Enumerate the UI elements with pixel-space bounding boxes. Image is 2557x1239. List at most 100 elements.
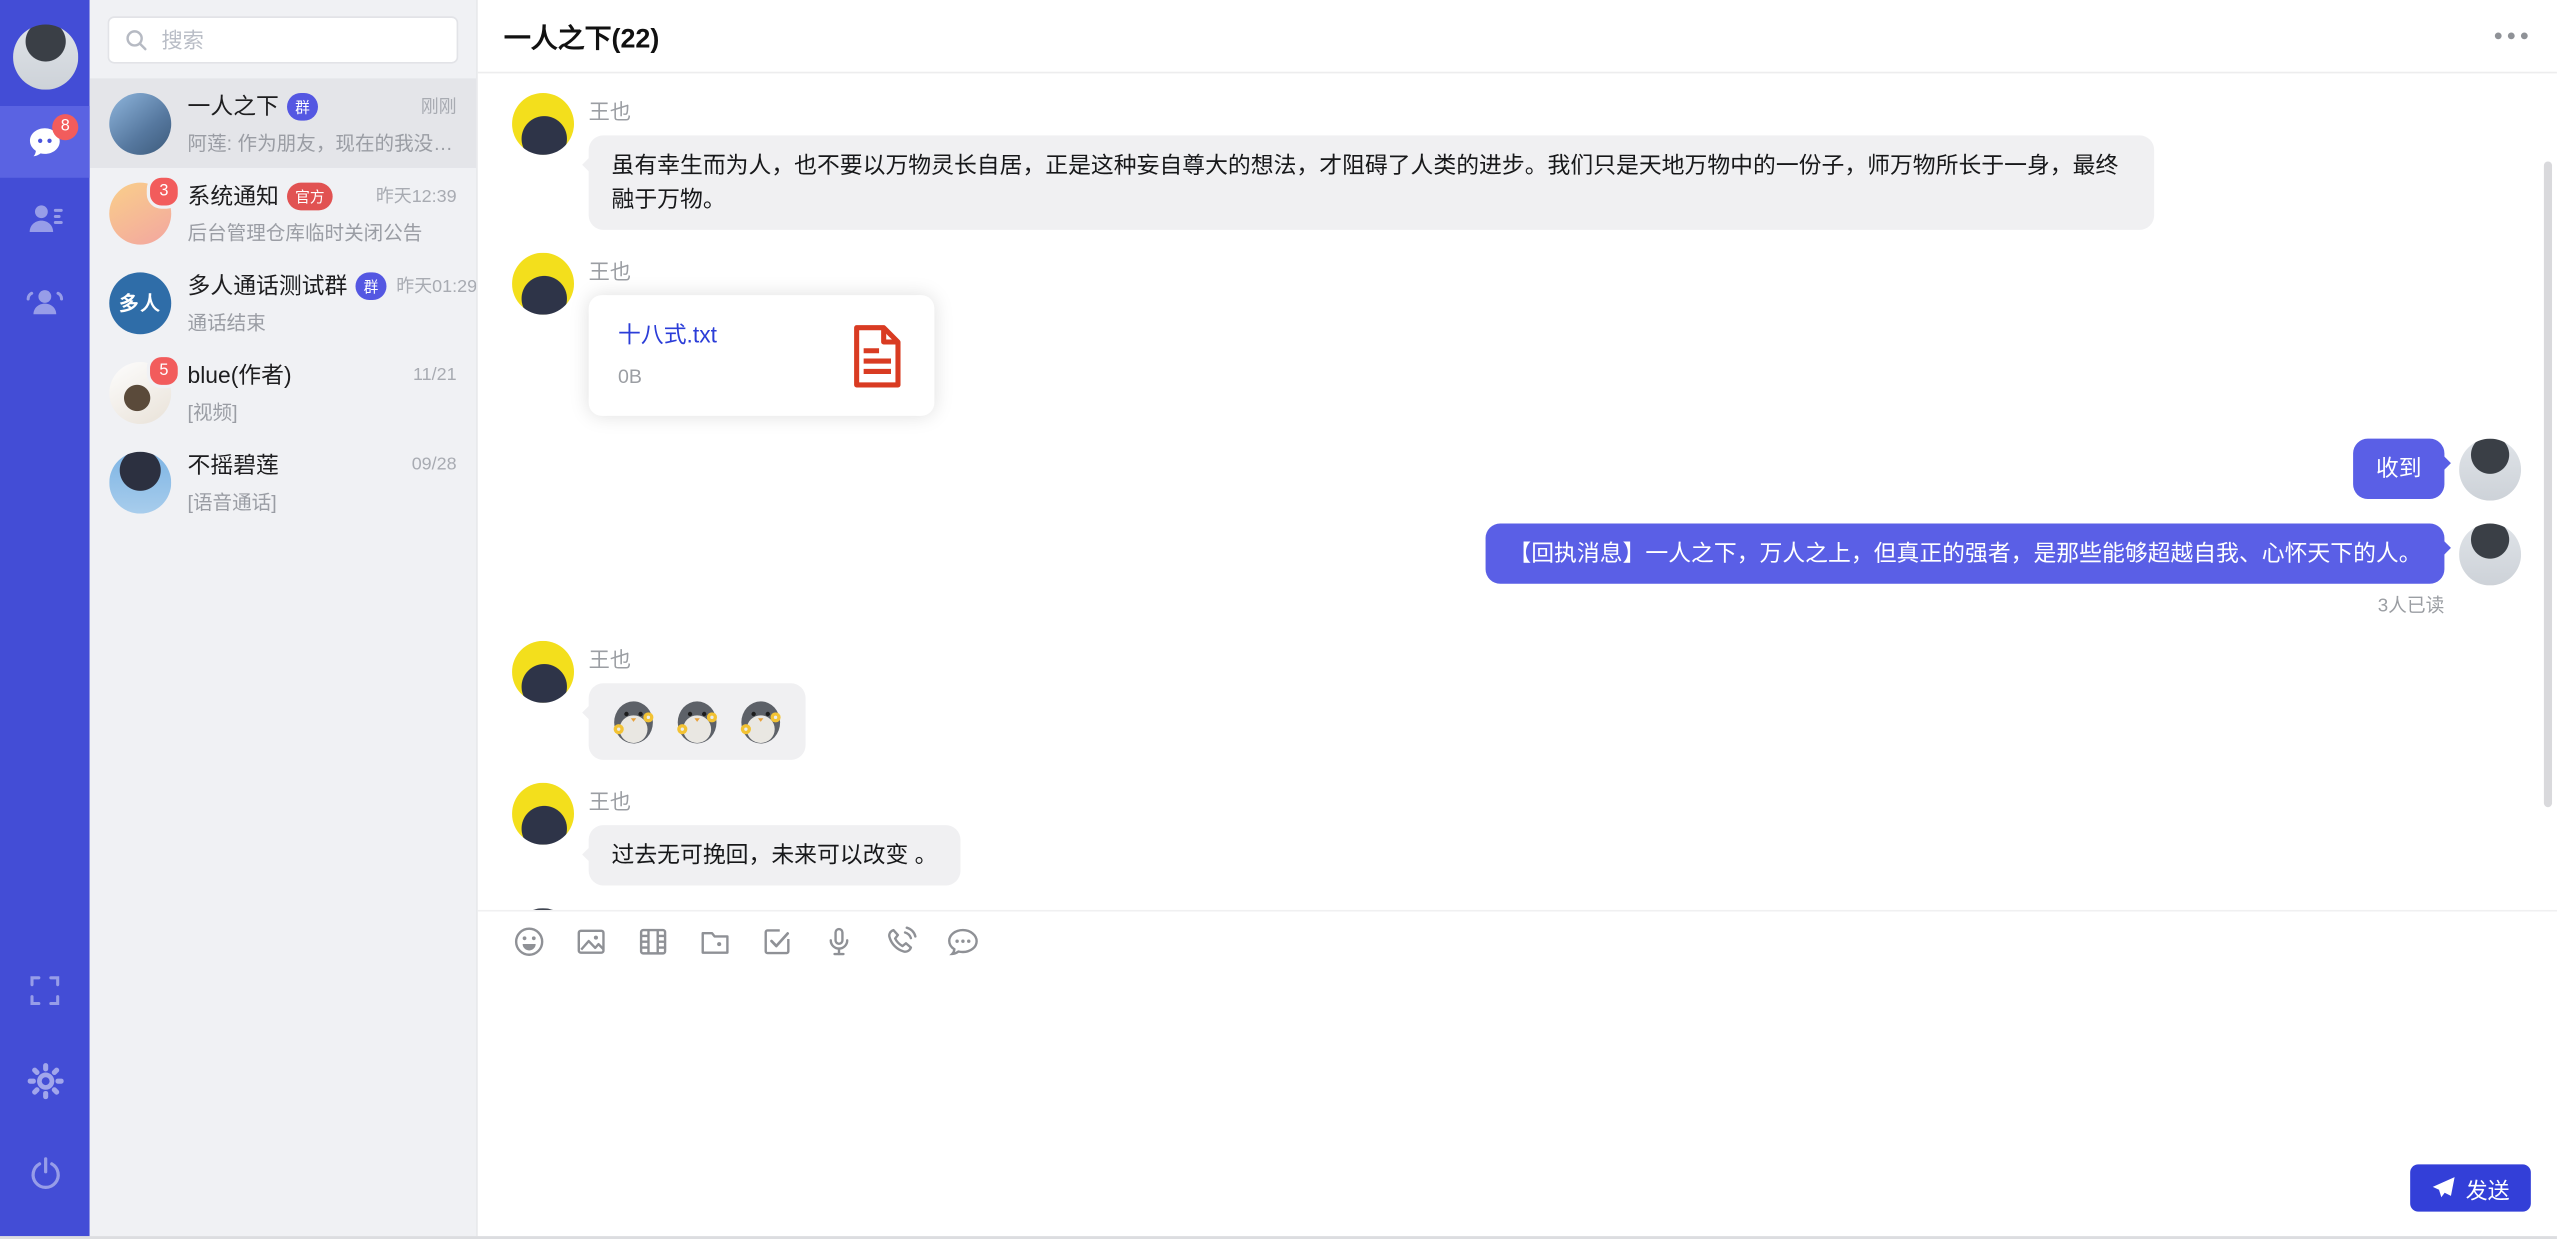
penguin-sticker	[735, 696, 786, 747]
chat-area: 一人之下(22) 王也 虽有幸生而为人，也不要以万物灵长自居，正是这种妄自尊大的…	[478, 0, 2557, 1236]
conversation-avatar	[109, 451, 171, 513]
conversation-info: blue(作者) 11/21 [视频]	[188, 359, 457, 426]
conversation-info: 多人通话测试群 群 昨天01:29 通话结束	[188, 269, 457, 336]
conversation-item[interactable]: 3 系统通知 官方 昨天12:39 后台管理仓库临时关闭公告	[90, 168, 476, 258]
gear-icon	[25, 1062, 64, 1101]
user-avatar[interactable]	[12, 24, 77, 89]
nav-sidebar: 8	[0, 0, 90, 1236]
read-status[interactable]: 3人已读	[2378, 592, 2445, 618]
message-sender-avatar[interactable]	[512, 641, 574, 703]
more-button[interactable]	[944, 924, 980, 960]
contacts-icon	[25, 199, 64, 238]
nav-item-contacts[interactable]	[0, 178, 90, 260]
message-sender-name: 王也	[589, 642, 806, 673]
message-body: 收到	[2353, 439, 2444, 499]
fullscreen-button[interactable]	[0, 949, 90, 1031]
message-body: 王也	[589, 641, 806, 760]
image-icon	[573, 925, 607, 959]
send-button[interactable]: 发送	[2410, 1164, 2531, 1211]
unread-count-badge: 5	[147, 353, 181, 387]
message-sender-avatar[interactable]	[512, 783, 574, 845]
file-name-link[interactable]: 十八式.txt	[618, 317, 717, 351]
conversation-time: 昨天01:29	[387, 272, 477, 298]
conversation-preview: 后台管理仓库临时关闭公告	[188, 219, 457, 247]
message-bubble: 虽有幸生而为人，也不要以万物灵长自居，正是这种妄自尊大的想法，才阻碍了人类的进步…	[589, 135, 2154, 230]
message-body: 张楚岚 作为朋友，现在的我没法保证救你逃出生天，我能保证的只有...如果你真的会…	[589, 908, 1887, 910]
conversation-panel: 一人之下 群 刚刚 阿莲: 作为朋友，现在的我没法... 3 系统通知 官方 昨…	[90, 0, 478, 1236]
conversation-type-badge: 群	[287, 92, 318, 120]
message-bubble: 收到	[2353, 439, 2444, 499]
message-bubble: 十八式.txt 0B	[589, 295, 935, 416]
conversation-item[interactable]: 不摇碧莲 09/28 [语音通话]	[90, 437, 476, 527]
message-list: 王也 虽有幸生而为人，也不要以万物灵长自居，正是这种妄自尊大的想法，才阻碍了人类…	[478, 73, 2557, 910]
conversation-item[interactable]: 多人 多人通话测试群 群 昨天01:29 通话结束	[90, 258, 476, 348]
conversation-time: 昨天12:39	[366, 183, 457, 209]
message-input-area[interactable]	[478, 972, 2557, 1164]
avatar-text: 多人	[119, 289, 161, 317]
send-label: 发送	[2466, 1172, 2510, 1205]
conversation-name: 系统通知	[188, 179, 279, 212]
image-button[interactable]	[572, 924, 608, 960]
more-icon	[945, 925, 979, 959]
file-message-card[interactable]: 十八式.txt 0B	[589, 295, 935, 416]
conversation-info: 系统通知 官方 昨天12:39 后台管理仓库临时关闭公告	[188, 179, 457, 246]
search-box[interactable]	[108, 16, 459, 63]
message-sender-avatar[interactable]	[512, 93, 574, 155]
message-body: 王也 虽有幸生而为人，也不要以万物灵长自居，正是这种妄自尊大的想法，才阻碍了人类…	[589, 93, 2154, 230]
conversation-type-badge: 群	[355, 272, 386, 300]
conversation-item[interactable]: 一人之下 群 刚刚 阿莲: 作为朋友，现在的我没法...	[90, 78, 476, 168]
microphone-button[interactable]	[820, 924, 856, 960]
message: 王也 过去无可挽回，未来可以改变 。	[512, 783, 2521, 886]
more-options-button[interactable]	[2492, 29, 2531, 42]
emoji-button[interactable]	[510, 924, 546, 960]
ellipsis-icon	[2492, 29, 2531, 42]
message-sender-avatar[interactable]	[512, 908, 574, 910]
nav-item-messages[interactable]: 8	[0, 106, 90, 178]
conversation-item[interactable]: 5 blue(作者) 11/21 [视频]	[90, 347, 476, 437]
screenshot-icon	[759, 925, 793, 959]
group-icon	[24, 280, 65, 319]
message-sender-avatar[interactable]	[512, 253, 574, 315]
power-icon	[27, 1155, 63, 1191]
conversation-preview: [语音通话]	[188, 488, 457, 516]
unread-count-badge: 3	[147, 174, 181, 208]
conversation-preview: 阿莲: 作为朋友，现在的我没法...	[188, 129, 457, 157]
conversation-time: 11/21	[403, 365, 456, 385]
search-icon	[124, 28, 148, 52]
message-sender-avatar[interactable]	[2459, 439, 2521, 501]
conversation-avatar: 3	[109, 182, 171, 244]
message: 王也	[512, 641, 2521, 760]
video-button[interactable]	[634, 924, 670, 960]
message: 收到	[512, 439, 2521, 501]
message-sender-name: 王也	[589, 254, 935, 285]
conversation-preview: [视频]	[188, 398, 457, 426]
chat-header: 一人之下(22)	[478, 0, 2557, 73]
folder-button[interactable]	[696, 924, 732, 960]
conversation-time: 09/28	[402, 455, 457, 475]
message-sender-avatar[interactable]	[2459, 523, 2521, 585]
app-window: 8	[0, 0, 2557, 1239]
penguin-sticker	[672, 696, 723, 747]
settings-button[interactable]	[0, 1040, 90, 1122]
scrollbar-thumb[interactable]	[2544, 161, 2552, 807]
file-info: 十八式.txt 0B	[618, 317, 717, 394]
conversation-name: 不摇碧莲	[188, 448, 279, 481]
conversation-name: 一人之下	[188, 90, 279, 123]
conversation-list: 一人之下 群 刚刚 阿莲: 作为朋友，现在的我没法... 3 系统通知 官方 昨…	[90, 78, 476, 1236]
message-body: 王也 十八式.txt 0B	[589, 253, 935, 416]
screenshot-button[interactable]	[758, 924, 794, 960]
conversation-info: 不摇碧莲 09/28 [语音通话]	[188, 448, 457, 515]
message-sender-name: 王也	[589, 784, 961, 815]
call-button[interactable]	[882, 924, 918, 960]
search-input[interactable]	[158, 26, 442, 54]
search-row	[90, 0, 476, 78]
messages-unread-badge: 8	[52, 114, 78, 140]
logout-button[interactable]	[0, 1132, 90, 1214]
conversation-type-badge: 官方	[287, 182, 333, 210]
txt-file-icon	[850, 324, 905, 388]
nav-item-groups[interactable]	[0, 259, 90, 341]
chat-title: 一人之下(22)	[504, 16, 659, 55]
conversation-name: 多人通话测试群	[188, 269, 348, 302]
folder-icon	[697, 925, 731, 959]
conversation-preview: 通话结束	[188, 308, 457, 336]
